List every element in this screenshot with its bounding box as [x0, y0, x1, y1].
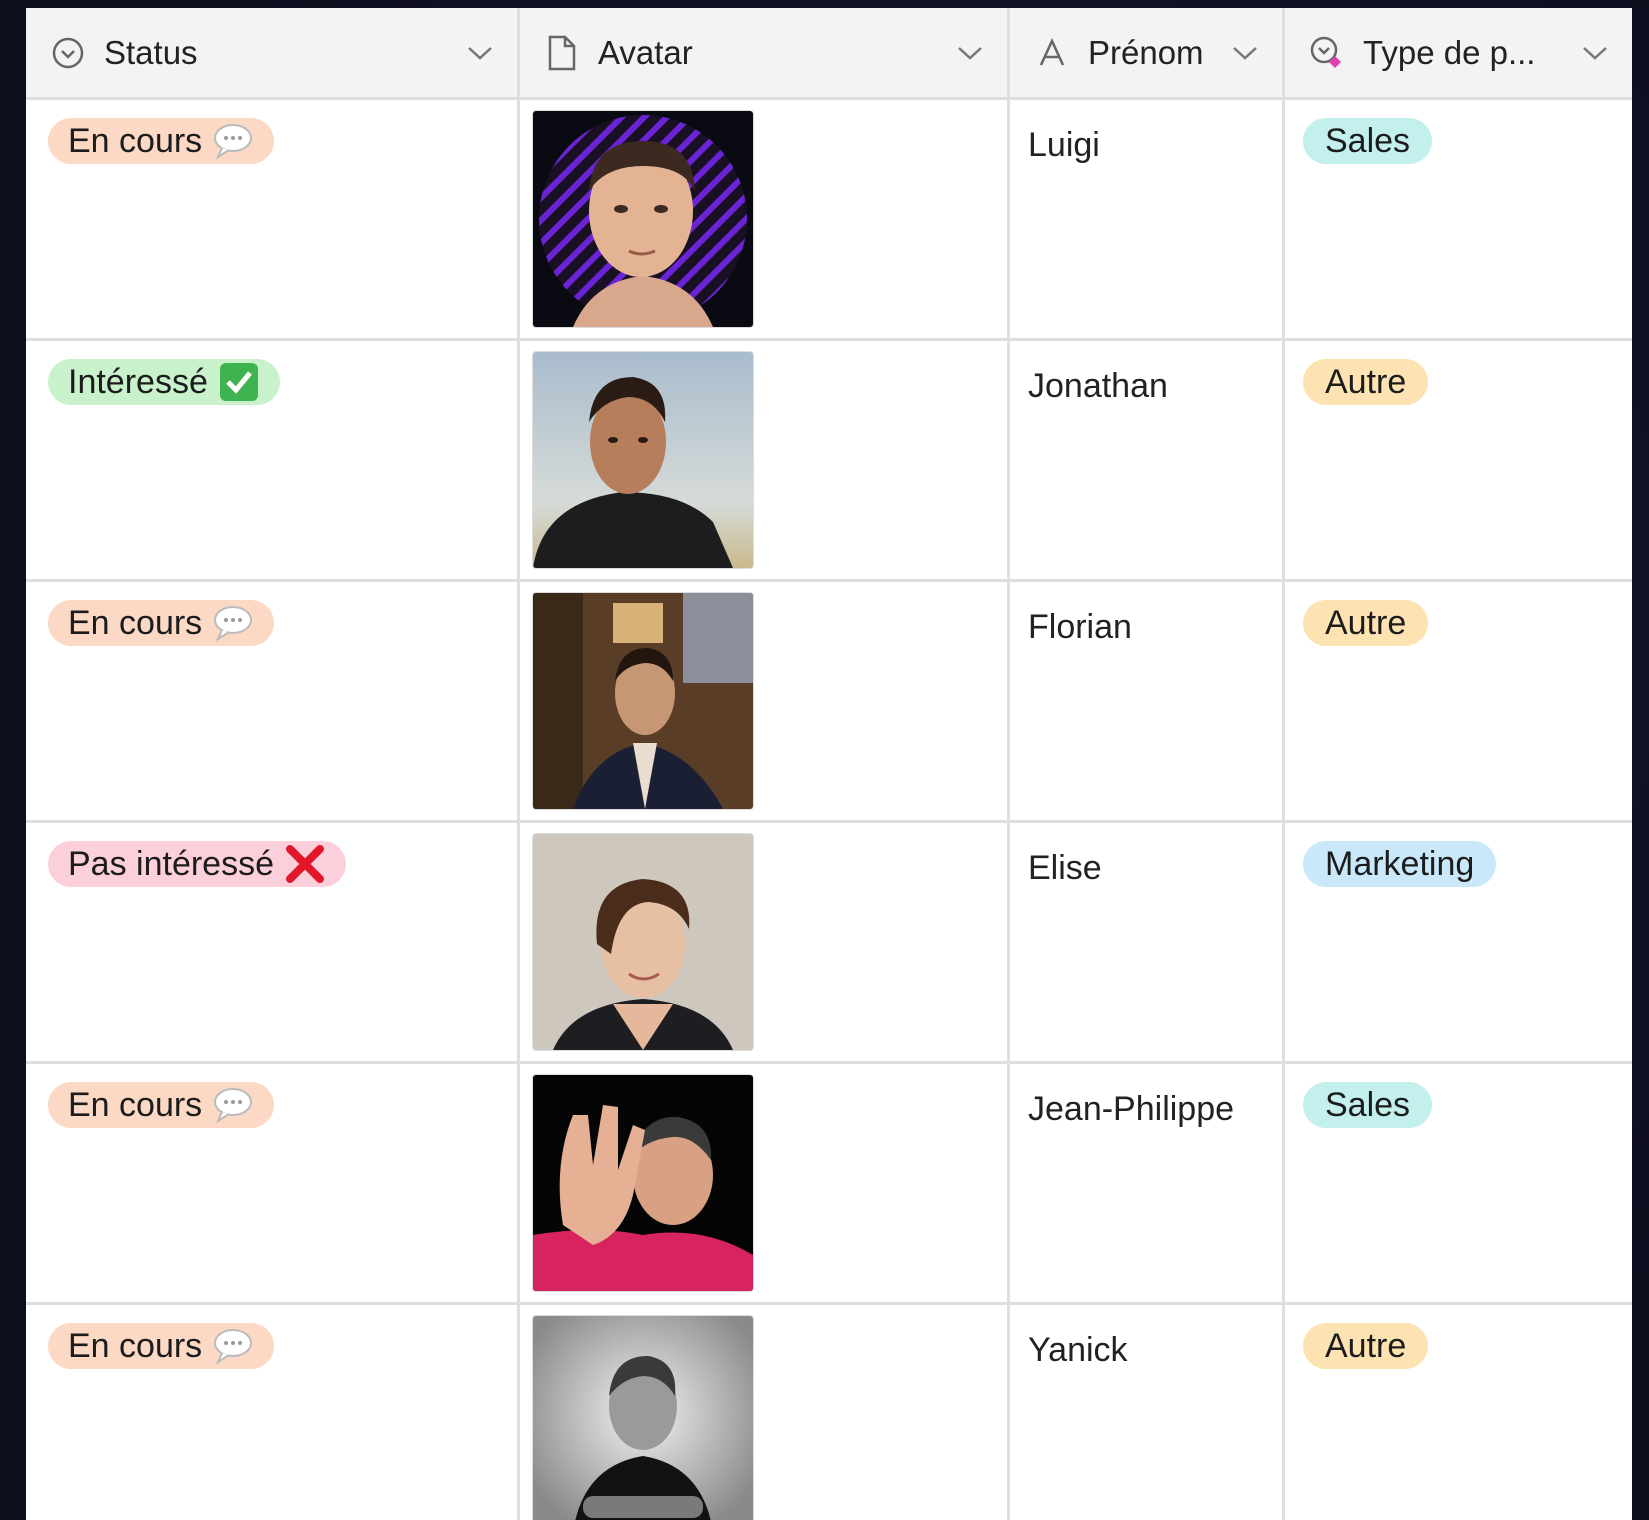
- speech-bubble-icon: [212, 1086, 254, 1124]
- avatar-cell[interactable]: [520, 100, 1010, 338]
- status-label: En cours: [68, 603, 203, 642]
- status-cell[interactable]: En cours: [26, 582, 520, 820]
- grid-header: Status Avatar Prénom Type de p...: [26, 8, 1632, 100]
- status-cell[interactable]: Intéressé: [26, 341, 520, 579]
- column-header-avatar[interactable]: Avatar: [520, 8, 1010, 97]
- prenom-cell[interactable]: Elise: [1010, 823, 1285, 1061]
- prenom-cell[interactable]: Jonathan: [1010, 341, 1285, 579]
- status-label: En cours: [68, 1326, 203, 1365]
- table-row[interactable]: En cours Florian Autre: [26, 582, 1632, 823]
- speech-bubble-icon: [212, 122, 254, 160]
- type-badge: Marketing: [1303, 841, 1497, 887]
- status-select-icon: [50, 35, 86, 71]
- table-row[interactable]: En cours Jean-Philippe Sales: [26, 1064, 1632, 1305]
- avatar-photo-florian[interactable]: [532, 592, 754, 810]
- prenom-cell[interactable]: Florian: [1010, 582, 1285, 820]
- column-header-status[interactable]: Status: [26, 8, 520, 97]
- status-badge: En cours: [48, 118, 275, 164]
- status-cell[interactable]: Pas intéressé: [26, 823, 520, 1061]
- file-icon: [544, 35, 580, 71]
- column-header-prenom[interactable]: Prénom: [1010, 8, 1285, 97]
- table-row[interactable]: Pas intéressé Elise Marketing: [26, 823, 1632, 1064]
- status-label: Intéressé: [68, 362, 208, 401]
- status-badge: Intéressé: [48, 359, 280, 405]
- table-row[interactable]: En cours Yanick Autre: [26, 1305, 1632, 1520]
- prenom-value: Elise: [1028, 849, 1102, 887]
- prenom-cell[interactable]: Luigi: [1010, 100, 1285, 338]
- status-cell[interactable]: En cours: [26, 1305, 520, 1520]
- multi-select-icon: [1309, 35, 1345, 71]
- chevron-down-icon[interactable]: [465, 38, 495, 68]
- column-header-label: Type de p...: [1363, 33, 1536, 71]
- speech-bubble-icon: [212, 1327, 254, 1365]
- column-header-label: Prénom: [1088, 33, 1204, 71]
- avatar-cell[interactable]: [520, 1305, 1010, 1520]
- avatar-cell[interactable]: [520, 1064, 1010, 1302]
- status-label: Pas intéressé: [68, 844, 274, 883]
- status-label: En cours: [68, 1085, 203, 1124]
- status-label: En cours: [68, 121, 203, 160]
- prenom-cell[interactable]: Yanick: [1010, 1305, 1285, 1520]
- speech-bubble-icon: [212, 604, 254, 642]
- status-cell[interactable]: En cours: [26, 100, 520, 338]
- type-badge: Autre: [1303, 359, 1429, 405]
- column-header-label: Avatar: [598, 33, 693, 71]
- prenom-cell[interactable]: Jean-Philippe: [1010, 1064, 1285, 1302]
- type-cell[interactable]: Marketing: [1285, 823, 1632, 1061]
- type-badge: Sales: [1303, 118, 1433, 164]
- type-cell[interactable]: Sales: [1285, 100, 1632, 338]
- table-row[interactable]: Intéressé Jonathan Autre: [26, 341, 1632, 582]
- status-badge: En cours: [48, 1082, 275, 1128]
- check-mark-button-icon: [218, 361, 260, 403]
- avatar-cell[interactable]: [520, 582, 1010, 820]
- status-badge: En cours: [48, 1323, 275, 1369]
- chevron-down-icon[interactable]: [1230, 38, 1260, 68]
- type-cell[interactable]: Autre: [1285, 1305, 1632, 1520]
- chevron-down-icon[interactable]: [1580, 38, 1610, 68]
- avatar-photo-luigi[interactable]: [532, 110, 754, 328]
- avatar-photo-jonathan[interactable]: [532, 351, 754, 569]
- status-cell[interactable]: En cours: [26, 1064, 520, 1302]
- avatar-photo-jean-philippe[interactable]: [532, 1074, 754, 1292]
- table-row[interactable]: En cours Luigi Sales: [26, 100, 1632, 341]
- column-header-label: Status: [104, 33, 198, 71]
- prenom-value: Luigi: [1028, 126, 1100, 164]
- type-cell[interactable]: Autre: [1285, 582, 1632, 820]
- avatar-photo-elise[interactable]: [532, 833, 754, 1051]
- text-field-icon: [1034, 35, 1070, 71]
- avatar-cell[interactable]: [520, 823, 1010, 1061]
- type-cell[interactable]: Autre: [1285, 341, 1632, 579]
- prenom-value: Florian: [1028, 608, 1132, 646]
- status-badge: Pas intéressé: [48, 841, 346, 887]
- avatar-cell[interactable]: [520, 341, 1010, 579]
- prenom-value: Yanick: [1028, 1331, 1128, 1369]
- type-cell[interactable]: Sales: [1285, 1064, 1632, 1302]
- cross-mark-icon: [284, 843, 326, 885]
- type-badge: Sales: [1303, 1082, 1433, 1128]
- data-grid: Status Avatar Prénom Type de p... En cou…: [26, 8, 1632, 1520]
- prenom-value: Jonathan: [1028, 367, 1168, 405]
- type-badge: Autre: [1303, 600, 1429, 646]
- avatar-photo-yanick[interactable]: [532, 1315, 754, 1520]
- chevron-down-icon[interactable]: [955, 38, 985, 68]
- column-header-type[interactable]: Type de p...: [1285, 8, 1632, 97]
- prenom-value: Jean-Philippe: [1028, 1090, 1235, 1128]
- status-badge: En cours: [48, 600, 275, 646]
- type-badge: Autre: [1303, 1323, 1429, 1369]
